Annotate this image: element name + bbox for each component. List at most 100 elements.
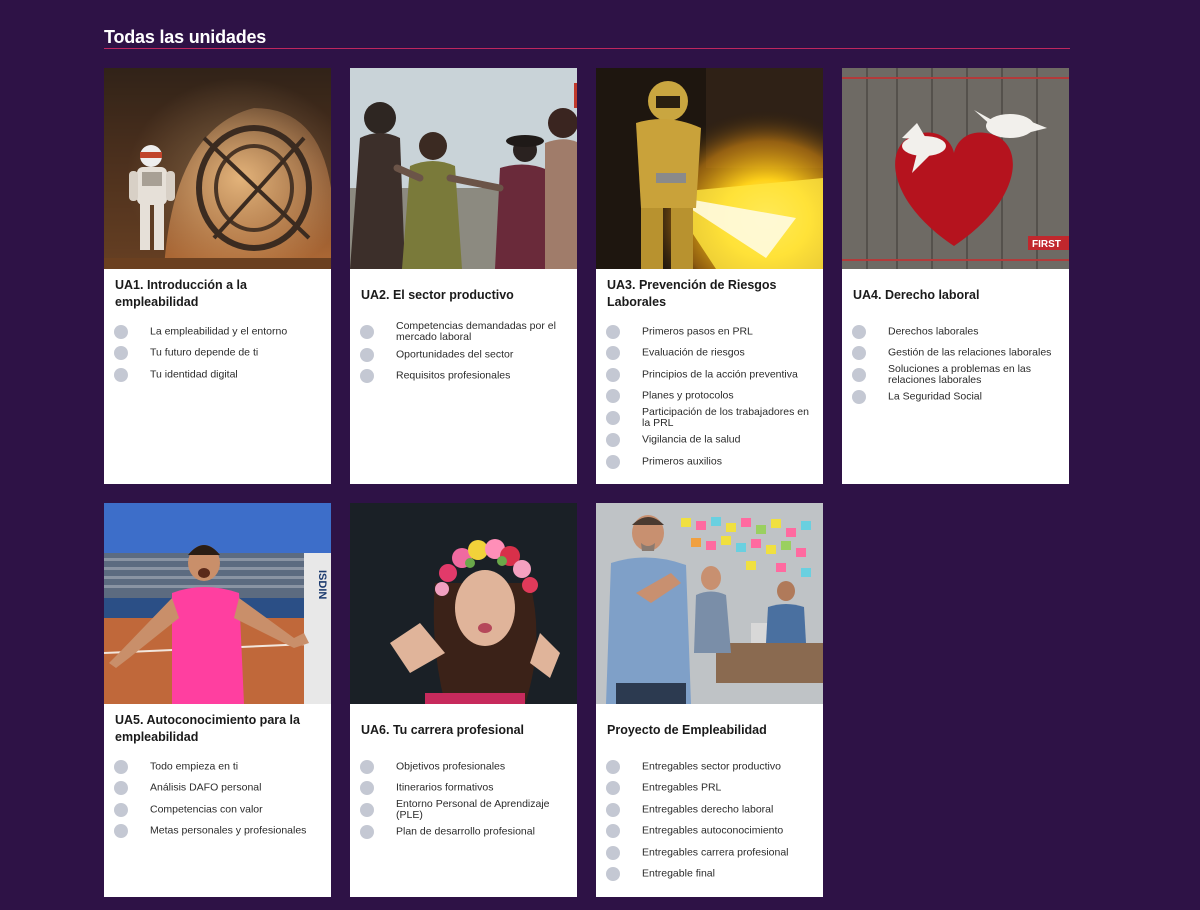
bullet-icon bbox=[852, 368, 866, 382]
unit-card-ua5[interactable]: ISDIN UA5. Autoconocimiento para la empl… bbox=[104, 503, 331, 897]
list-item[interactable]: Oportunidades del sector bbox=[360, 345, 571, 365]
topic-label[interactable]: Objetivos profesionales bbox=[396, 761, 571, 773]
unit-title[interactable]: UA2. El sector productivo bbox=[361, 287, 567, 304]
topic-label[interactable]: La empleabilidad y el entorno bbox=[150, 326, 325, 338]
list-item[interactable]: Evaluación de riesgos bbox=[606, 343, 817, 363]
unit-card-ua6[interactable]: UA6. Tu carrera profesional Objetivos pr… bbox=[350, 503, 577, 897]
bullet-icon bbox=[114, 781, 128, 795]
list-item[interactable]: Tu futuro depende de ti bbox=[114, 343, 325, 363]
topic-label[interactable]: La Seguridad Social bbox=[888, 391, 1063, 403]
bullet-icon bbox=[114, 803, 128, 817]
topic-label[interactable]: Tu futuro depende de ti bbox=[150, 347, 325, 359]
bullet-icon bbox=[852, 390, 866, 404]
unit-image-ua4[interactable]: FIRST bbox=[842, 68, 1069, 269]
unit-image-ua5[interactable]: ISDIN bbox=[104, 503, 331, 704]
unit-title[interactable]: Proyecto de Empleabilidad bbox=[607, 722, 813, 739]
list-item[interactable]: Entregables carrera profesional bbox=[606, 843, 817, 863]
topic-label[interactable]: Derechos laborales bbox=[888, 326, 1063, 338]
list-item[interactable]: Primeros pasos en PRL bbox=[606, 322, 817, 342]
bullet-icon bbox=[606, 346, 620, 360]
unit-title[interactable]: UA1. Introducción a la empleabilidad bbox=[115, 277, 321, 311]
unit-image-ua2[interactable] bbox=[350, 68, 577, 269]
list-item[interactable]: La Seguridad Social bbox=[852, 387, 1063, 407]
list-item[interactable]: Participación de los trabajadores en la … bbox=[606, 407, 817, 429]
topic-label[interactable]: Planes y protocolos bbox=[642, 390, 817, 402]
list-item[interactable]: Todo empieza en ti bbox=[114, 757, 325, 777]
topic-label[interactable]: Gestión de las relaciones laborales bbox=[888, 347, 1063, 359]
list-item[interactable]: Entregable final bbox=[606, 864, 817, 884]
unit-title[interactable]: UA5. Autoconocimiento para la empleabili… bbox=[115, 712, 321, 746]
topic-label[interactable]: Entregables derecho laboral bbox=[642, 804, 817, 816]
list-item[interactable]: Requisitos profesionales bbox=[360, 366, 571, 386]
topic-label[interactable]: Requisitos profesionales bbox=[396, 370, 571, 382]
topic-label[interactable]: Análisis DAFO personal bbox=[150, 782, 325, 794]
list-item[interactable]: La empleabilidad y el entorno bbox=[114, 322, 325, 342]
topic-label[interactable]: Competencias demandadas por el mercado l… bbox=[396, 321, 571, 343]
bullet-icon bbox=[606, 781, 620, 795]
bullet-icon bbox=[606, 846, 620, 860]
bullet-icon bbox=[606, 803, 620, 817]
topic-label[interactable]: Tu identidad digital bbox=[150, 369, 325, 381]
list-item[interactable]: Plan de desarrollo profesional bbox=[360, 822, 571, 842]
list-item[interactable]: Entregables derecho laboral bbox=[606, 800, 817, 820]
list-item[interactable]: Entorno Personal de Aprendizaje (PLE) bbox=[360, 799, 571, 821]
unit-title[interactable]: UA6. Tu carrera profesional bbox=[361, 722, 567, 739]
image-caption: ISDIN bbox=[316, 570, 328, 599]
topic-label[interactable]: Evaluación de riesgos bbox=[642, 347, 817, 359]
bullet-icon bbox=[852, 325, 866, 339]
list-item[interactable]: Derechos laborales bbox=[852, 322, 1063, 342]
topic-label[interactable]: Plan de desarrollo profesional bbox=[396, 826, 571, 838]
unit-title[interactable]: UA4. Derecho laboral bbox=[853, 287, 1059, 304]
list-item[interactable]: Vigilancia de la salud bbox=[606, 430, 817, 450]
unit-image-proyecto[interactable] bbox=[596, 503, 823, 704]
unit-card-ua4[interactable]: FIRST UA4. Derecho laboral Derechos labo… bbox=[842, 68, 1069, 484]
bullet-icon bbox=[606, 411, 620, 425]
topic-label[interactable]: Primeros auxilios bbox=[642, 456, 817, 468]
list-item[interactable]: Competencias con valor bbox=[114, 800, 325, 820]
bullet-icon bbox=[852, 346, 866, 360]
list-item[interactable]: Análisis DAFO personal bbox=[114, 778, 325, 798]
list-item[interactable]: Soluciones a problemas en las relaciones… bbox=[852, 364, 1063, 386]
unit-card-ua1[interactable]: UA1. Introducción a la empleabilidad La … bbox=[104, 68, 331, 484]
unit-card-ua2[interactable]: UA2. El sector productivo Competencias d… bbox=[350, 68, 577, 484]
list-item[interactable]: Planes y protocolos bbox=[606, 386, 817, 406]
bullet-icon bbox=[360, 369, 374, 383]
unit-image-ua3[interactable] bbox=[596, 68, 823, 269]
topic-label[interactable]: Entregable final bbox=[642, 868, 817, 880]
topic-label[interactable]: Metas personales y profesionales bbox=[150, 825, 325, 837]
topic-label[interactable]: Entorno Personal de Aprendizaje (PLE) bbox=[396, 799, 571, 821]
bullet-icon bbox=[360, 803, 374, 817]
list-item[interactable]: Gestión de las relaciones laborales bbox=[852, 343, 1063, 363]
list-item[interactable]: Principios de la acción preventiva bbox=[606, 365, 817, 385]
topic-label[interactable]: Entregables PRL bbox=[642, 782, 817, 794]
topic-label[interactable]: Competencias con valor bbox=[150, 804, 325, 816]
list-item[interactable]: Metas personales y profesionales bbox=[114, 821, 325, 841]
bullet-icon bbox=[360, 760, 374, 774]
list-item[interactable]: Itinerarios formativos bbox=[360, 778, 571, 798]
list-item[interactable]: Entregables autoconocimiento bbox=[606, 821, 817, 841]
topic-label[interactable]: Entregables carrera profesional bbox=[642, 847, 817, 859]
list-item[interactable]: Tu identidad digital bbox=[114, 365, 325, 385]
topic-label[interactable]: Todo empieza en ti bbox=[150, 761, 325, 773]
bullet-icon bbox=[114, 325, 128, 339]
topic-label[interactable]: Primeros pasos en PRL bbox=[642, 326, 817, 338]
topic-label[interactable]: Entregables autoconocimiento bbox=[642, 825, 817, 837]
unit-title[interactable]: UA3. Prevención de Riesgos Laborales bbox=[607, 277, 813, 311]
list-item[interactable]: Entregables sector productivo bbox=[606, 757, 817, 777]
unit-card-proyecto[interactable]: Proyecto de Empleabilidad Entregables se… bbox=[596, 503, 823, 897]
topic-label[interactable]: Principios de la acción preventiva bbox=[642, 369, 817, 381]
list-item[interactable]: Primeros auxilios bbox=[606, 452, 817, 472]
list-item[interactable]: Entregables PRL bbox=[606, 778, 817, 798]
unit-image-ua1[interactable] bbox=[104, 68, 331, 269]
list-item[interactable]: Competencias demandadas por el mercado l… bbox=[360, 321, 571, 343]
topic-label[interactable]: Vigilancia de la salud bbox=[642, 434, 817, 446]
topic-label[interactable]: Participación de los trabajadores en la … bbox=[642, 407, 817, 429]
list-item[interactable]: Objetivos profesionales bbox=[360, 757, 571, 777]
unit-image-ua6[interactable] bbox=[350, 503, 577, 704]
image-caption: FIRST bbox=[1032, 239, 1061, 250]
topic-label[interactable]: Oportunidades del sector bbox=[396, 349, 571, 361]
topic-label[interactable]: Soluciones a problemas en las relaciones… bbox=[888, 364, 1063, 386]
unit-card-ua3[interactable]: UA3. Prevención de Riesgos Laborales Pri… bbox=[596, 68, 823, 484]
topic-label[interactable]: Entregables sector productivo bbox=[642, 761, 817, 773]
topic-label[interactable]: Itinerarios formativos bbox=[396, 782, 571, 794]
